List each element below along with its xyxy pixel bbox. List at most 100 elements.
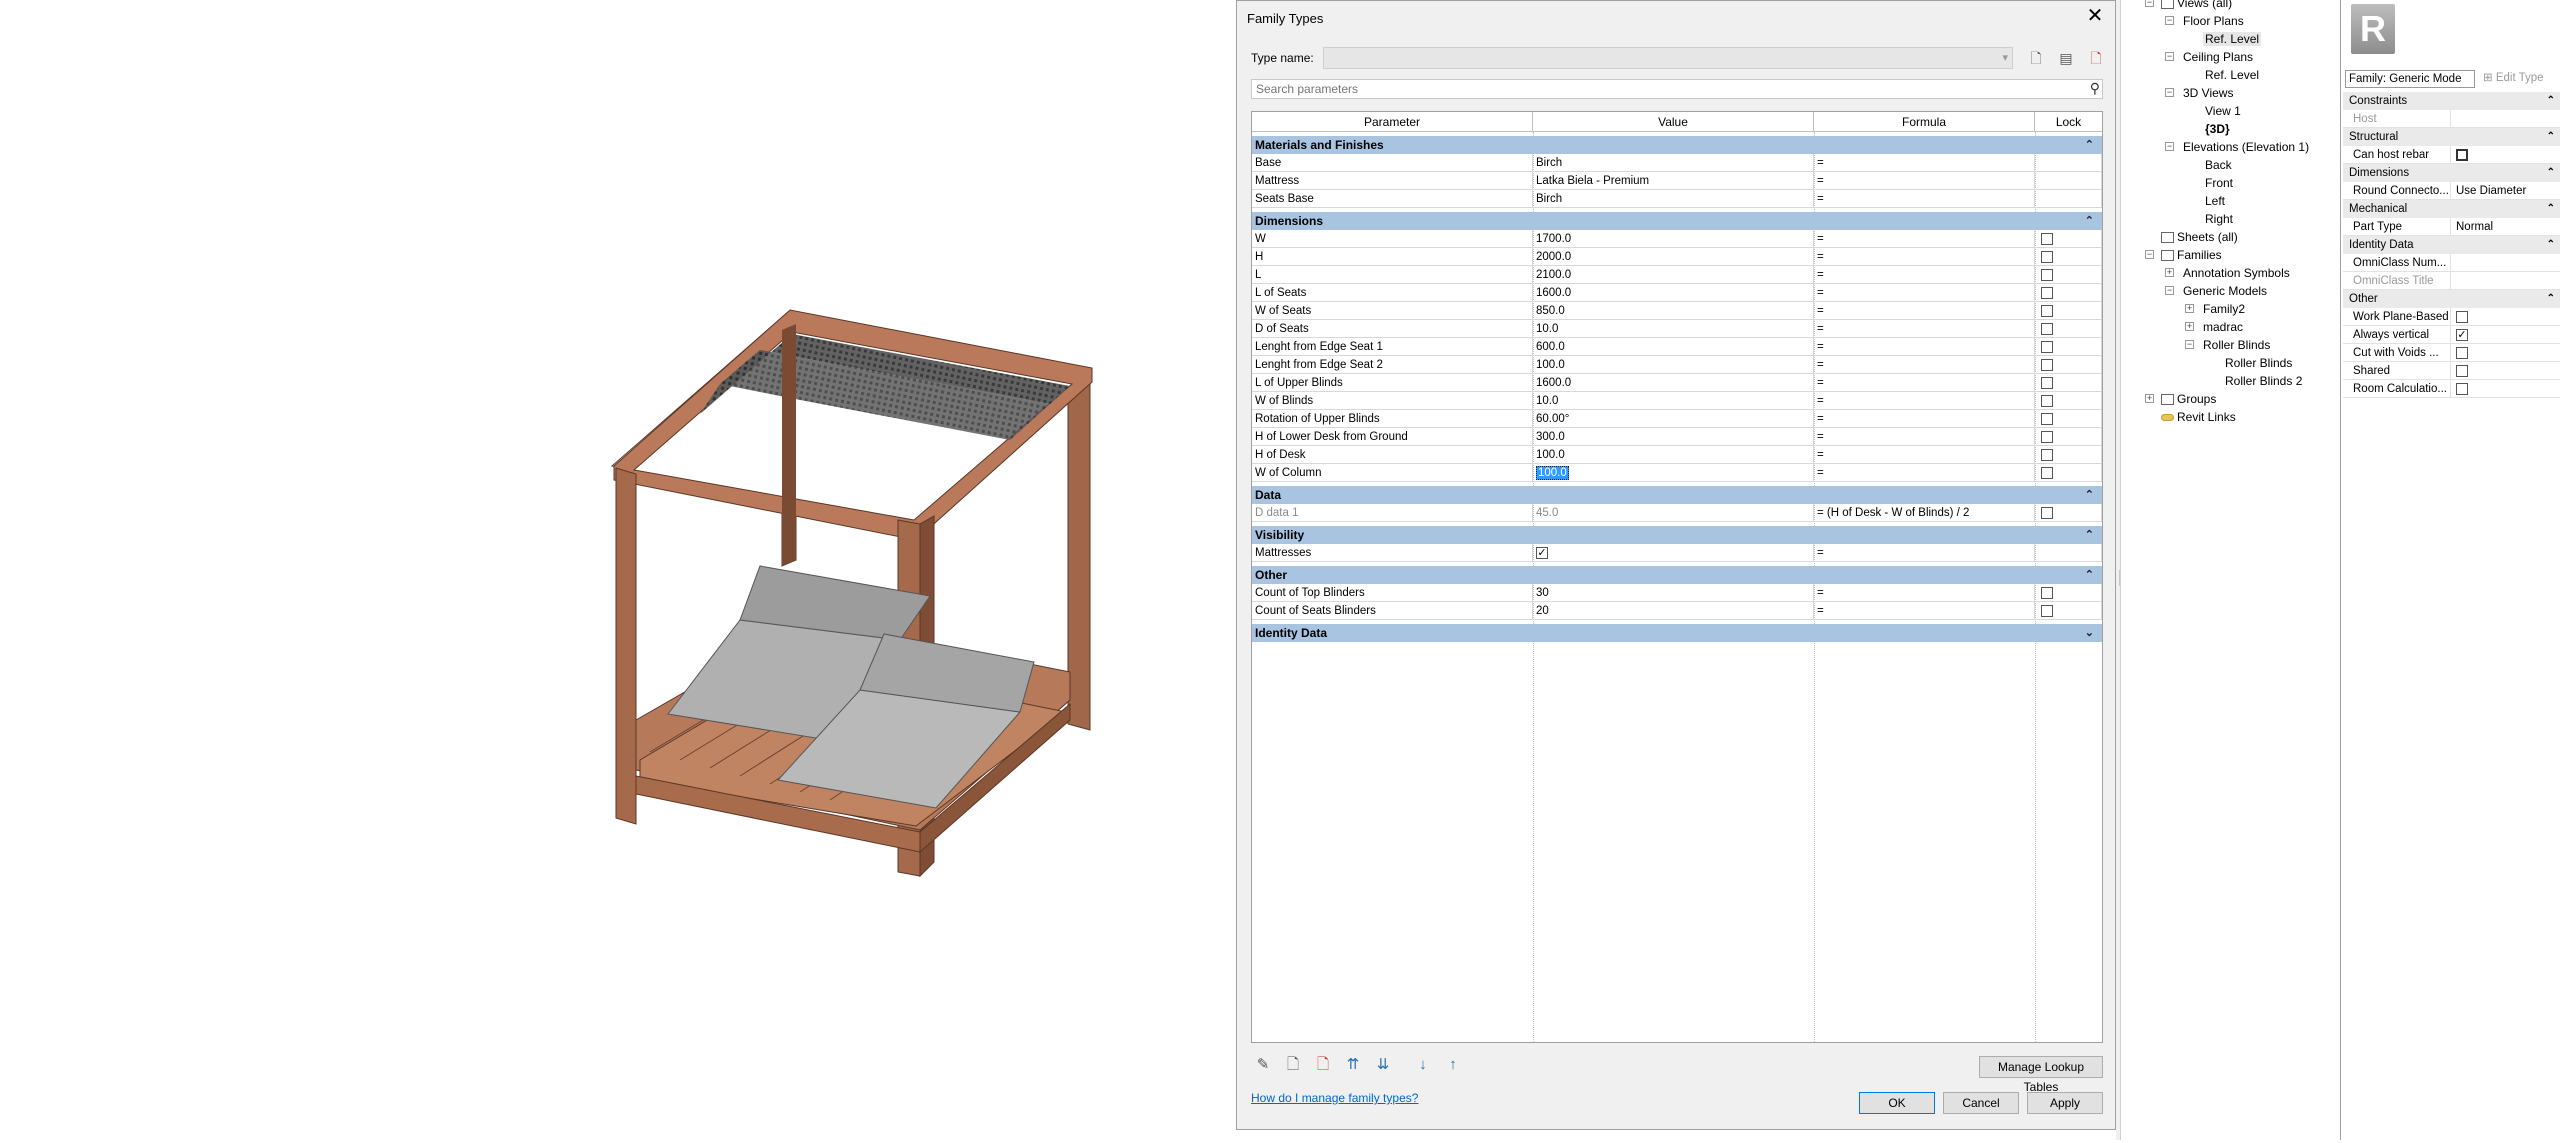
param-value-editing[interactable]: 100.0	[1533, 464, 1814, 482]
param-value[interactable]: 2100.0	[1533, 266, 1814, 284]
param-row-l-of-upper-blinds[interactable]: L of Upper Blinds 1600.0 =	[1252, 374, 2102, 392]
manage-lookup-tables-button[interactable]: Manage Lookup Tables	[1979, 1056, 2103, 1094]
collapse-icon[interactable]: ⌃	[2085, 526, 2094, 544]
header-lock[interactable]: Lock	[2035, 112, 2102, 132]
group-dimensions[interactable]: Dimensions ⌃	[1252, 212, 2102, 230]
param-value[interactable]: 60.00°	[1533, 410, 1814, 428]
group-data[interactable]: Data ⌃	[1252, 486, 2102, 504]
lock-checkbox[interactable]	[2041, 251, 2053, 263]
expand-icon[interactable]: +	[2185, 322, 2194, 331]
param-value[interactable]: 30	[1533, 584, 1814, 602]
prop-row-round-connector[interactable]: Round Connecto... Use Diameter	[2343, 182, 2560, 200]
param-value[interactable]: Latka Biela - Premium	[1533, 172, 1814, 190]
param-formula[interactable]: =	[1814, 446, 2035, 464]
can-host-rebar-checkbox[interactable]	[2456, 148, 2468, 161]
search-icon[interactable]: ⚲	[2090, 80, 2100, 97]
param-value[interactable]: 100.0	[1533, 446, 1814, 464]
param-row-w[interactable]: W 1700.0 =	[1252, 230, 2102, 248]
collapse-icon[interactable]: ⌃	[2085, 486, 2094, 504]
tree-node-3d-views[interactable]: 3D Views	[2183, 86, 2233, 100]
search-parameters-box[interactable]: ⚲	[1251, 79, 2103, 99]
always-vertical-checkbox[interactable]: ✓	[2456, 328, 2468, 341]
header-value[interactable]: Value	[1533, 112, 1814, 132]
param-formula[interactable]: =	[1814, 266, 2035, 284]
prop-row-part-type[interactable]: Part Type Normal	[2343, 218, 2560, 236]
param-formula[interactable]: =	[1814, 544, 2035, 562]
param-formula[interactable]: = (H of Desk - W of Blinds) / 2	[1814, 504, 2035, 522]
tree-node-roller-blinds-2[interactable]: Roller Blinds 2	[2225, 374, 2302, 388]
param-row-mattress[interactable]: Mattress Latka Biela - Premium =	[1252, 172, 2102, 190]
lock-checkbox[interactable]	[2041, 431, 2053, 443]
collapse-icon[interactable]: −	[2165, 52, 2174, 61]
param-value[interactable]: 850.0	[1533, 302, 1814, 320]
lock-checkbox[interactable]	[2041, 287, 2053, 299]
param-row-h-of-desk[interactable]: H of Desk 100.0 =	[1252, 446, 2102, 464]
move-down-icon[interactable]: ⇊	[1371, 1053, 1395, 1077]
tree-node-ceiling-plans[interactable]: Ceiling Plans	[2183, 50, 2253, 64]
prop-row-always-vertical[interactable]: Always vertical ✓	[2343, 326, 2560, 344]
param-value[interactable]: ✓	[1533, 544, 1814, 562]
prop-value[interactable]	[2453, 362, 2560, 380]
prop-row-cut-with-voids[interactable]: Cut with Voids ...	[2343, 344, 2560, 362]
room-calculation-checkbox[interactable]	[2456, 382, 2468, 395]
param-formula[interactable]: =	[1814, 190, 2035, 208]
ok-button[interactable]: OK	[1859, 1092, 1935, 1114]
param-row-count-top-blinders[interactable]: Count of Top Blinders 30 =	[1252, 584, 2102, 602]
group-materials-and-finishes[interactable]: Materials and Finishes ⌃	[1252, 136, 2102, 154]
param-row-w-of-seats[interactable]: W of Seats 850.0 =	[1252, 302, 2102, 320]
collapse-icon[interactable]: −	[2165, 142, 2174, 151]
delete-parameter-icon[interactable]: 🗋	[1311, 1053, 1335, 1077]
sort-ascending-icon[interactable]: ↓	[1411, 1053, 1435, 1077]
param-row-w-of-blinds[interactable]: W of Blinds 10.0 =	[1252, 392, 2102, 410]
prop-group-dimensions[interactable]: Dimensions ⌃	[2343, 164, 2560, 182]
param-value[interactable]: 10.0	[1533, 392, 1814, 410]
tree-node-roller-blinds-type[interactable]: Roller Blinds	[2225, 356, 2292, 370]
param-value[interactable]: Birch	[1533, 154, 1814, 172]
prop-value[interactable]	[2453, 254, 2560, 272]
tree-node-ref-level[interactable]: Ref. Level	[2205, 68, 2259, 82]
prop-row-omniclass-title[interactable]: OmniClass Title	[2343, 272, 2560, 290]
lock-checkbox[interactable]	[2041, 377, 2053, 389]
tree-node-families[interactable]: Families	[2161, 248, 2222, 262]
param-value[interactable]: 20	[1533, 602, 1814, 620]
param-formula[interactable]: =	[1814, 154, 2035, 172]
edit-parameter-icon[interactable]: ✎	[1251, 1053, 1275, 1077]
lock-checkbox[interactable]	[2041, 587, 2053, 599]
param-row-w-of-column[interactable]: W of Column 100.0 =	[1252, 464, 2102, 482]
apply-button[interactable]: Apply	[2027, 1092, 2103, 1114]
prop-row-shared[interactable]: Shared	[2343, 362, 2560, 380]
param-row-lenght-edge-seat-1[interactable]: Lenght from Edge Seat 1 600.0 =	[1252, 338, 2102, 356]
param-formula[interactable]: =	[1814, 410, 2035, 428]
param-row-h-lower-desk[interactable]: H of Lower Desk from Ground 300.0 =	[1252, 428, 2102, 446]
param-formula[interactable]: =	[1814, 374, 2035, 392]
tree-node-views-all[interactable]: Views (all)	[2161, 0, 2232, 10]
prop-value[interactable]: Normal	[2453, 218, 2560, 236]
type-selector-dropdown[interactable]: Family: Generic Mode	[2345, 70, 2475, 88]
param-value[interactable]: 100.0	[1533, 356, 1814, 374]
tree-node-ref-level[interactable]: Ref. Level	[2203, 32, 2262, 46]
param-formula[interactable]: =	[1814, 248, 2035, 266]
rename-type-icon[interactable]: ▤	[2055, 47, 2077, 69]
group-identity-data[interactable]: Identity Data ⌄	[1252, 624, 2102, 642]
sort-descending-icon[interactable]: ↑	[1441, 1053, 1465, 1077]
lock-checkbox[interactable]	[2041, 233, 2053, 245]
collapse-icon[interactable]: ⌃	[2547, 236, 2555, 254]
new-type-icon[interactable]: 🗋	[2025, 47, 2047, 69]
prop-group-constraints[interactable]: Constraints ⌃	[2343, 92, 2560, 110]
prop-value[interactable]	[2453, 308, 2560, 326]
group-visibility[interactable]: Visibility ⌃	[1252, 526, 2102, 544]
collapse-icon[interactable]: ⌃	[2085, 212, 2094, 230]
prop-group-identity-data[interactable]: Identity Data ⌃	[2343, 236, 2560, 254]
tree-node-3d[interactable]: {3D}	[2205, 122, 2230, 136]
prop-row-room-calculation[interactable]: Room Calculatio...	[2343, 380, 2560, 398]
param-formula[interactable]: =	[1814, 302, 2035, 320]
work-plane-based-checkbox[interactable]	[2456, 310, 2468, 323]
cut-with-voids-checkbox[interactable]	[2456, 346, 2468, 359]
search-input[interactable]	[1252, 80, 2072, 98]
prop-group-other[interactable]: Other ⌃	[2343, 290, 2560, 308]
param-value[interactable]: 600.0	[1533, 338, 1814, 356]
new-parameter-icon[interactable]: 🗋	[1281, 1053, 1305, 1077]
param-row-count-seats-blinders[interactable]: Count of Seats Blinders 20 =	[1252, 602, 2102, 620]
edit-type-button[interactable]: ⊞ Edit Type	[2483, 70, 2544, 84]
tree-node-left[interactable]: Left	[2205, 194, 2225, 208]
